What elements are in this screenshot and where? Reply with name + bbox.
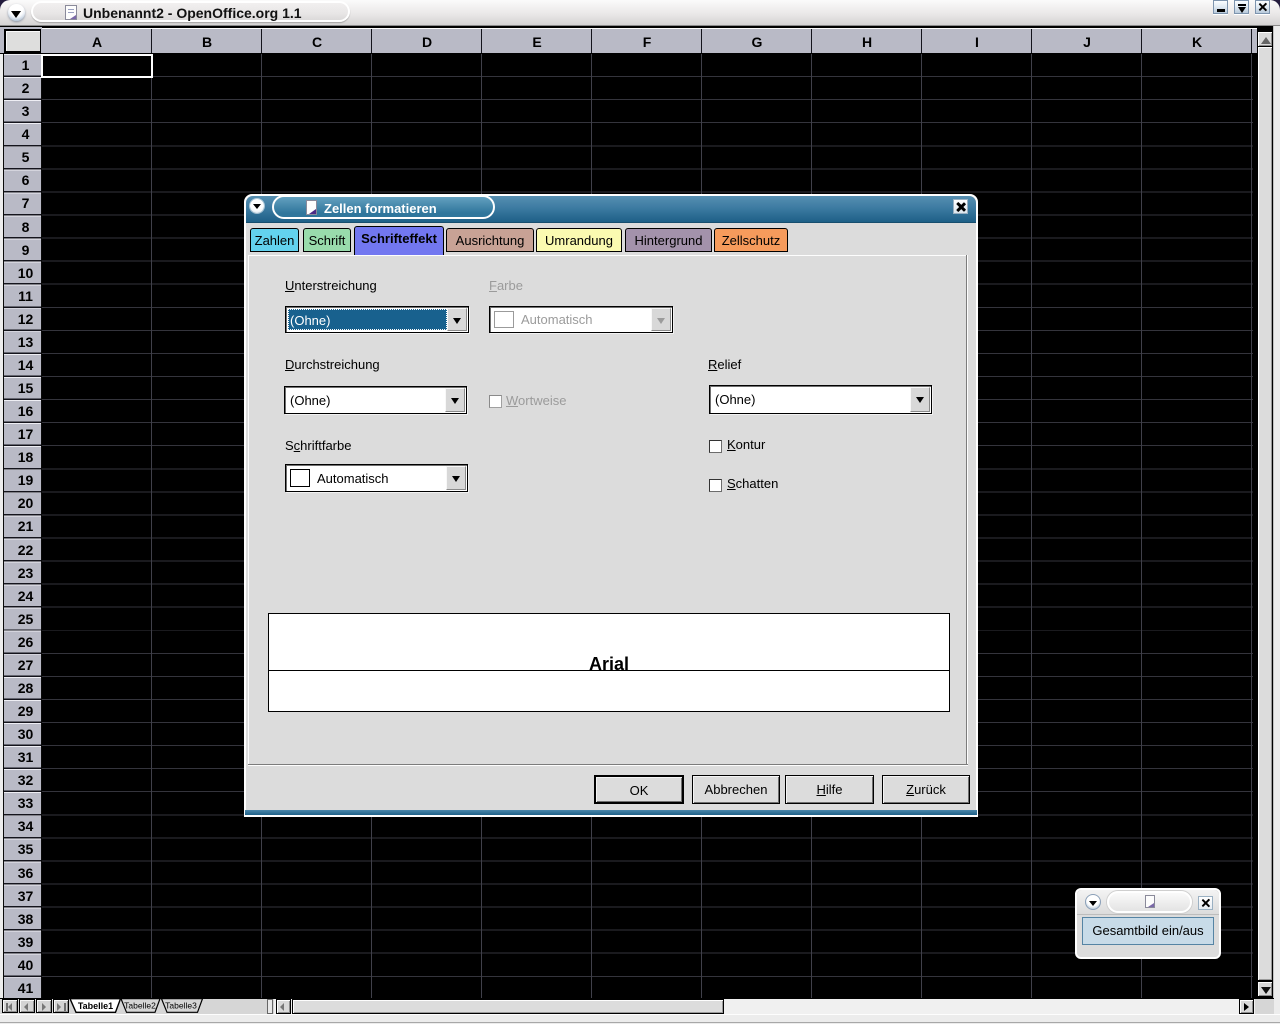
svg-text:Tabelle2: Tabelle2 [124,1001,156,1011]
svg-text:Tabelle3: Tabelle3 [165,1001,197,1011]
svg-text:Tabelle1: Tabelle1 [78,1001,113,1011]
